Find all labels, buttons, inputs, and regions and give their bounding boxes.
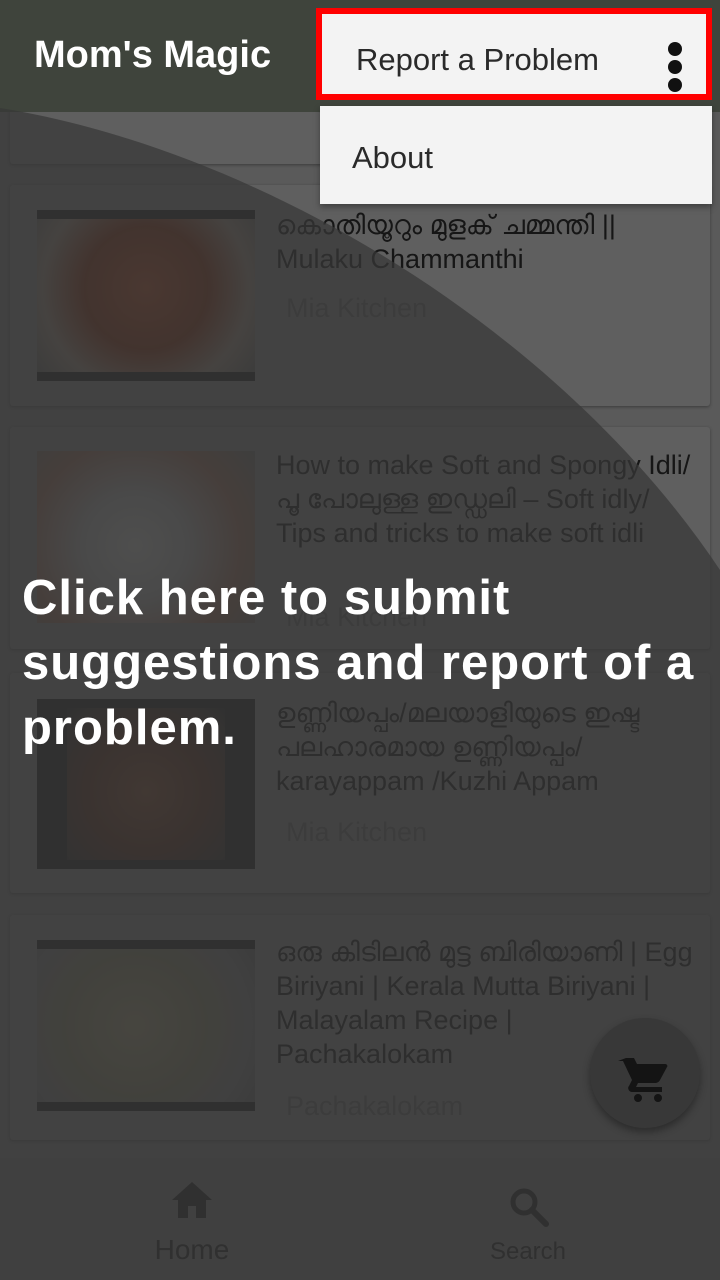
video-thumbnail[interactable] <box>37 940 255 1111</box>
channel-name: Pachakalokam <box>286 1091 464 1121</box>
video-thumbnail[interactable] <box>37 210 255 381</box>
more-vert-icon[interactable] <box>668 42 684 92</box>
showcase-tooltip: Click here to submit suggestions and rep… <box>22 571 695 755</box>
channel-name: Mia Kitchen <box>286 817 428 847</box>
menu-item-report-problem[interactable]: Report a Problem <box>316 8 712 100</box>
home-icon <box>172 1182 212 1218</box>
menu-item-about[interactable]: About <box>320 106 712 204</box>
nav-item-home[interactable]: Home <box>82 1158 302 1280</box>
nav-item-search[interactable]: Search <box>418 1158 638 1280</box>
app-title: Mom's Magic <box>34 34 272 76</box>
video-card[interactable]: കൊതിയൂറും മുളക് ചമ്മന്തി || Mulaku Chamm… <box>10 185 710 406</box>
about-label: About <box>352 140 434 175</box>
video-title[interactable]: How to make Soft and Spongy Idli/പൂ പോലു… <box>276 448 694 550</box>
cart-icon <box>618 1058 668 1102</box>
channel-name: Mia Kitchen <box>286 293 428 323</box>
search-icon <box>510 1188 549 1227</box>
video-title[interactable]: കൊതിയൂറും മുളക് ചമ്മന്തി || Mulaku Chamm… <box>276 208 694 276</box>
bottom-navigation: Home Search <box>0 1158 720 1280</box>
report-problem-label: Report a Problem <box>356 42 599 77</box>
nav-label-search: Search <box>489 1238 567 1265</box>
cart-button[interactable] <box>590 1018 700 1128</box>
nav-label-home: Home <box>154 1234 230 1265</box>
